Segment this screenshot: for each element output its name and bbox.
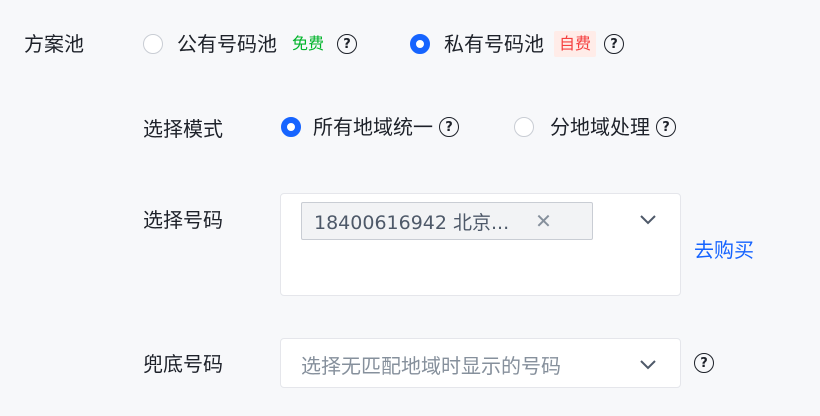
- radio-unified-region[interactable]: 所有地域统一 ?: [281, 113, 459, 141]
- question-circle-icon[interactable]: ?: [694, 353, 714, 373]
- radio-public-pool[interactable]: 公有号码池 免费 ?: [143, 30, 358, 58]
- per-region-label: 分地域处理: [550, 115, 650, 139]
- selected-number-text: 18400616942 北京...: [314, 211, 510, 234]
- paid-tag: 自费: [554, 31, 597, 57]
- fallback-placeholder: 选择无匹配地域时显示的号码: [301, 354, 561, 378]
- fallback-select[interactable]: 选择无匹配地域时显示的号码: [280, 338, 681, 388]
- radio-unified-region-circle[interactable]: [281, 117, 301, 137]
- radio-per-region-circle[interactable]: [514, 117, 534, 137]
- radio-public-pool-circle[interactable]: [143, 34, 163, 54]
- buy-link[interactable]: 去购买: [694, 234, 754, 263]
- question-circle-icon[interactable]: ?: [656, 117, 676, 137]
- free-tag: 免费: [292, 34, 325, 53]
- private-pool-label: 私有号码池: [444, 32, 544, 56]
- question-circle-icon[interactable]: ?: [604, 34, 625, 54]
- public-pool-label: 公有号码池: [177, 32, 277, 56]
- unified-region-label: 所有地域统一: [313, 115, 433, 139]
- question-circle-icon[interactable]: ?: [439, 117, 459, 137]
- question-circle-icon[interactable]: ?: [337, 34, 358, 54]
- radio-per-region[interactable]: 分地域处理 ?: [514, 113, 676, 141]
- radio-private-pool-circle[interactable]: [410, 34, 430, 54]
- mode-label: 选择模式: [143, 117, 223, 141]
- radio-private-pool[interactable]: 私有号码池 自费 ?: [410, 30, 625, 58]
- pool-label: 方案池: [24, 32, 84, 56]
- chevron-down-icon[interactable]: [639, 358, 657, 370]
- fallback-label: 兜底号码: [143, 352, 223, 376]
- number-select[interactable]: 18400616942 北京... ✕: [280, 193, 681, 296]
- chevron-down-icon[interactable]: [639, 213, 657, 225]
- selected-number-tag: 18400616942 北京... ✕: [301, 202, 593, 240]
- close-icon[interactable]: ✕: [535, 211, 552, 231]
- number-label: 选择号码: [143, 208, 223, 232]
